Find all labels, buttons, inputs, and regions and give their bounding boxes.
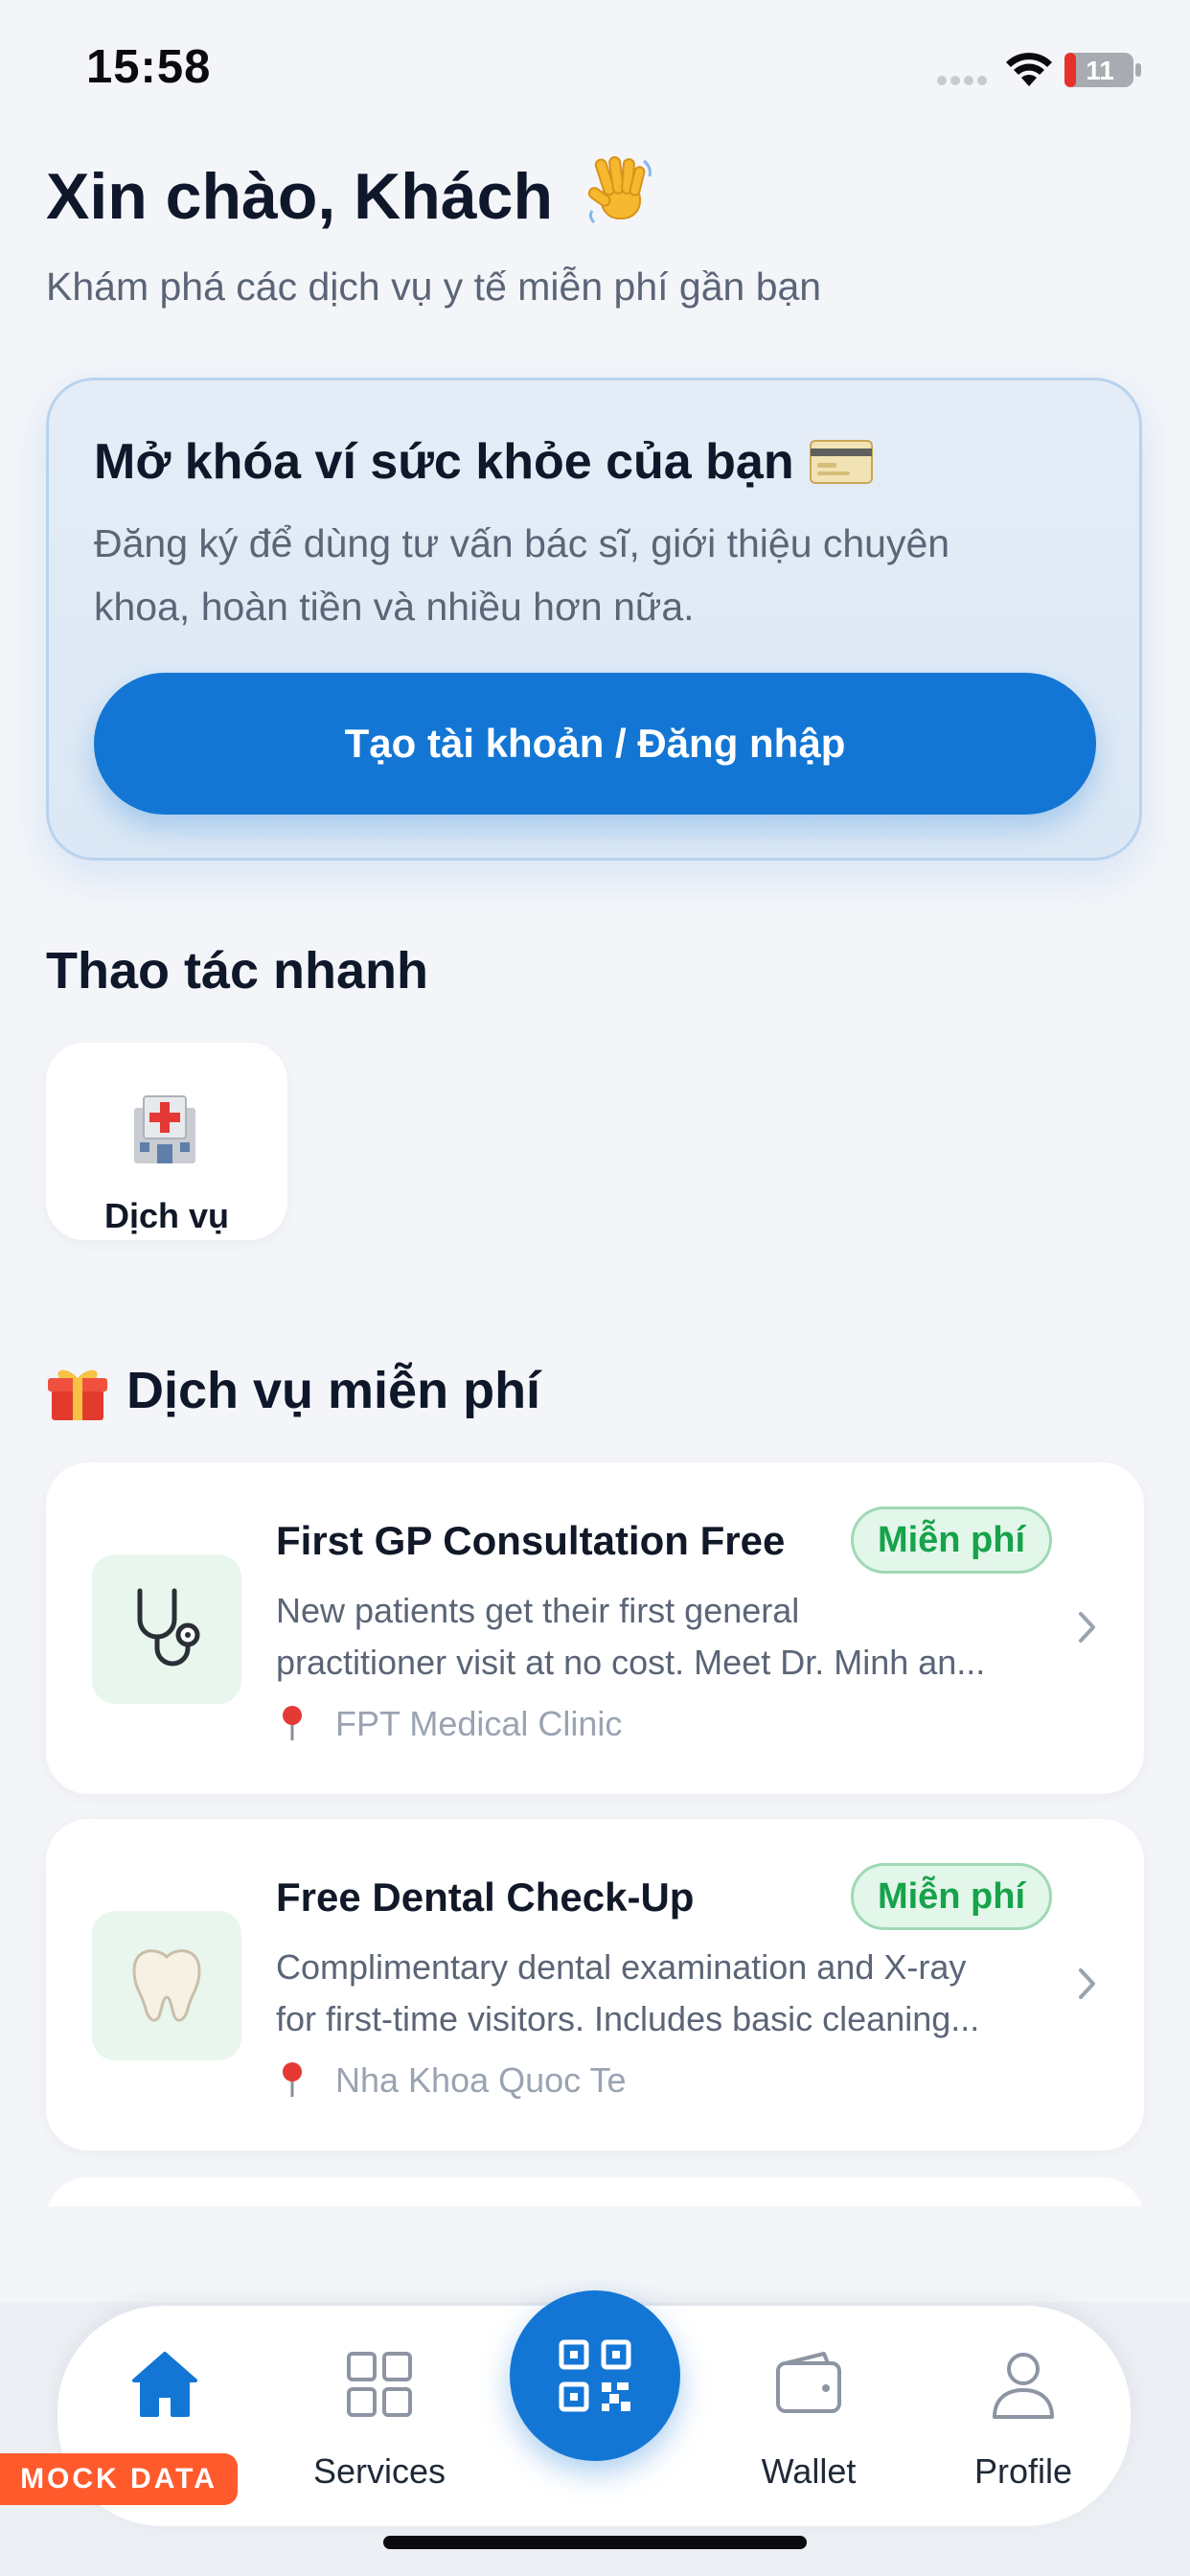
battery-icon: 11 <box>1064 53 1141 87</box>
nav-label-profile: Profile <box>973 2451 1073 2491</box>
service-description: Complimentary dental examination and X-r… <box>276 1942 1100 2045</box>
greeting-title: Xin chào, Khách <box>46 153 657 234</box>
service-name: Free Dental Check-Up <box>276 1874 695 1920</box>
qr-code-icon <box>559 2339 631 2412</box>
person-icon <box>993 2353 1054 2419</box>
wallet-icon <box>776 2352 841 2413</box>
hospital-icon <box>134 1095 195 1163</box>
service-name: First GP Consultation Free <box>276 1518 786 1563</box>
scroll-fade <box>0 2206 1190 2302</box>
service-location: FPT Medical Clinic <box>335 1704 623 1743</box>
nav-label-services: Services <box>312 2451 446 2491</box>
mock-data-badge: MOCK DATA <box>0 2453 238 2505</box>
quick-actions-title: Thao tác nhanh <box>46 942 429 1000</box>
create-account-login-button[interactable]: Tạo tài khoản / Đăng nhập <box>94 673 1096 815</box>
home-icon <box>132 2352 197 2417</box>
free-badge: Miễn phí <box>851 1506 1052 1574</box>
service-thumbnail <box>92 1554 241 1704</box>
chevron-right-icon <box>1079 1968 1095 1999</box>
service-description-line: for first-time visitors. Includes basic … <box>276 1999 980 2038</box>
gift-icon <box>48 1369 107 1420</box>
free-services-title: Dịch vụ miễn phí <box>126 1362 541 1419</box>
location-pin-icon <box>283 2062 302 2097</box>
credit-card-icon <box>810 440 873 484</box>
greeting-text: Xin chào, Khách <box>46 160 553 233</box>
cellular-signal-icon <box>937 76 987 85</box>
grid-icon <box>347 2352 412 2417</box>
service-location: Nha Khoa Quoc Te <box>335 2060 627 2100</box>
nav-item-wallet[interactable]: Wallet <box>734 2344 883 2491</box>
nav-label-wallet: Wallet <box>761 2451 857 2491</box>
wallet-card-description: Đăng ký để dùng tư vấn bác sĩ, giới thiệ… <box>94 521 950 629</box>
home-indicator[interactable] <box>383 2536 807 2549</box>
service-description-line: New patients get their first general <box>276 1591 800 1630</box>
tooth-icon <box>132 1949 201 2022</box>
battery-level: 11 <box>1086 56 1114 85</box>
service-description: New patients get their first general pra… <box>276 1585 1100 1689</box>
chevron-right-icon <box>1079 1612 1095 1643</box>
free-badge: Miễn phí <box>851 1863 1052 1930</box>
waving-hand-icon <box>587 156 652 224</box>
service-description-line: Complimentary dental examination and X-r… <box>276 1947 967 1987</box>
wallet-card-title: Mở khóa ví sức khỏe của bạn <box>94 434 794 490</box>
nav-item-profile[interactable]: Profile <box>949 2344 1098 2491</box>
wifi-icon <box>1006 53 1052 86</box>
location-pin-icon <box>283 1706 302 1740</box>
service-description-line: practitioner visit at no cost. Meet Dr. … <box>276 1643 986 1682</box>
service-card-dental-checkup[interactable]: Free Dental Check-Up Miễn phí Compliment… <box>46 1819 1144 2150</box>
stethoscope-icon <box>137 1588 200 1667</box>
nav-item-services[interactable]: Services <box>305 2344 454 2491</box>
service-card-gp-consultation[interactable]: First GP Consultation Free Miễn phí New … <box>46 1462 1144 1794</box>
greeting-subtitle: Khám phá các dịch vụ y tế miễn phí gần b… <box>46 264 822 309</box>
status-time: 15:58 <box>86 41 212 93</box>
quick-action-services-label: Dịch vụ <box>103 1196 230 1235</box>
service-thumbnail <box>92 1911 241 2060</box>
